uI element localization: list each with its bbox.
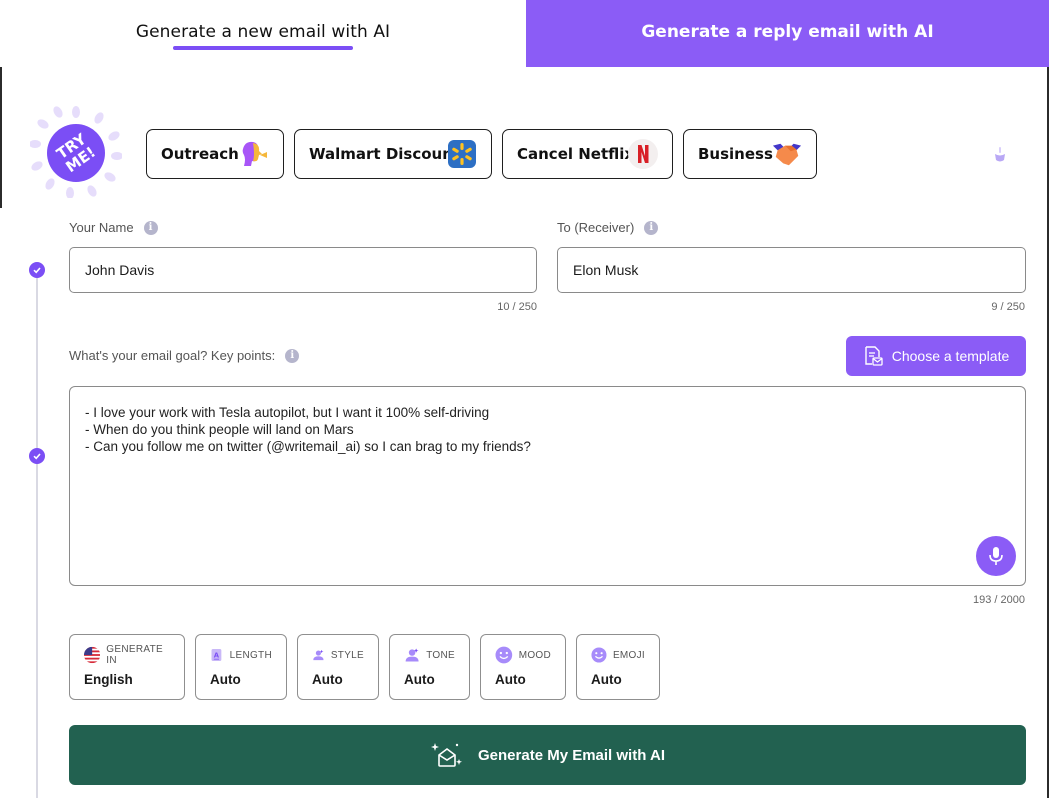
active-tab-indicator: [173, 46, 353, 50]
tab-reply-email-label: Generate a reply email with AI: [641, 22, 934, 42]
preset-business-label: Business: [698, 145, 773, 163]
goal-char-counter: 193 / 2000: [973, 594, 1025, 606]
option-title: TONE: [426, 649, 455, 661]
option-tone[interactable]: TONE Auto: [389, 634, 470, 700]
voice-input-button[interactable]: [976, 536, 1016, 576]
receiver-label: To (Receiver) i: [557, 220, 659, 235]
receiver-input[interactable]: [557, 247, 1026, 293]
option-title: EMOJI: [612, 649, 645, 661]
email-generator-page: Generate a new email with AI Generate a …: [0, 0, 1049, 798]
option-title: STYLE: [330, 649, 364, 661]
option-value: Auto: [404, 672, 435, 687]
info-icon[interactable]: i: [285, 348, 300, 363]
tone-person-icon: [405, 648, 419, 662]
info-icon[interactable]: i: [143, 220, 158, 235]
choose-template-label: Choose a template: [891, 348, 1010, 364]
option-title: GENERATE IN: [106, 644, 163, 666]
tab-reply-email[interactable]: Generate a reply email with AI: [526, 0, 1049, 67]
scroll-down-hint-icon[interactable]: [992, 146, 1008, 164]
us-flag-icon: [84, 646, 101, 664]
preset-outreach-label: Outreach: [161, 145, 239, 163]
step-complete-check-icon: [29, 262, 45, 278]
tab-new-email-label: Generate a new email with AI: [135, 22, 391, 42]
step-complete-check-icon: [29, 448, 45, 464]
option-value: English: [84, 672, 133, 687]
smiley-icon: [495, 646, 513, 664]
option-generate-in[interactable]: GENERATE IN English: [69, 634, 185, 700]
template-icon: [865, 346, 883, 366]
email-goal-textarea[interactable]: - I love your work with Tesla autopilot,…: [69, 386, 1026, 586]
person-outreach-icon: [239, 139, 269, 169]
tab-new-email[interactable]: Generate a new email with AI: [0, 0, 526, 67]
your-name-label-text: Your Name: [69, 220, 134, 235]
style-person-icon: [313, 649, 324, 661]
emoji-icon: [591, 647, 607, 663]
receiver-char-counter: 9 / 250: [991, 301, 1025, 313]
preset-netflix-label: Cancel Netflix: [517, 145, 635, 163]
preset-walmart-label: Walmart Discount: [309, 145, 461, 163]
option-length[interactable]: A LENGTH Auto: [195, 634, 287, 700]
receiver-label-text: To (Receiver): [557, 220, 635, 235]
netflix-icon: [628, 139, 658, 169]
option-title: MOOD: [518, 649, 551, 661]
option-value: Auto: [591, 672, 622, 687]
try-me-badge[interactable]: TRY ME!: [29, 106, 123, 199]
magic-envelope-icon: [431, 743, 462, 767]
svg-text:A: A: [214, 651, 220, 659]
choose-template-button[interactable]: Choose a template: [846, 336, 1026, 376]
email-goal-label: What's your email goal? Key points: i: [69, 348, 300, 363]
your-name-label: Your Name i: [69, 220, 158, 235]
option-value: Auto: [495, 672, 526, 687]
option-value: Auto: [210, 672, 241, 687]
your-name-input[interactable]: [69, 247, 537, 293]
length-icon: A: [211, 648, 222, 662]
generate-email-label: Generate My Email with AI: [478, 746, 665, 764]
microphone-icon: [989, 547, 1003, 565]
preset-walmart-discount[interactable]: Walmart Discount: [294, 129, 492, 179]
progress-timeline: [36, 270, 38, 798]
generate-email-button[interactable]: Generate My Email with AI: [69, 725, 1026, 785]
option-value: Auto: [312, 672, 343, 687]
preset-cancel-netflix[interactable]: Cancel Netflix: [502, 129, 673, 179]
goal-line: - Can you follow me on twitter (@writema…: [85, 439, 531, 454]
email-goal-label-text: What's your email goal? Key points:: [69, 348, 276, 363]
option-style[interactable]: STYLE Auto: [297, 634, 379, 700]
goal-line: - I love your work with Tesla autopilot,…: [85, 405, 490, 420]
info-icon[interactable]: i: [644, 220, 659, 235]
handshake-icon: [772, 139, 802, 169]
option-mood[interactable]: MOOD Auto: [480, 634, 566, 700]
option-emoji[interactable]: EMOJI Auto: [576, 634, 660, 700]
preset-business[interactable]: Business: [683, 129, 817, 179]
try-me-sunburst-icon: TRY ME!: [29, 106, 123, 199]
name-char-counter: 10 / 250: [497, 301, 537, 313]
walmart-spark-icon: [447, 139, 477, 169]
preset-outreach[interactable]: Outreach: [146, 129, 284, 179]
option-title: LENGTH: [229, 649, 272, 661]
goal-line: - When do you think people will land on …: [85, 422, 354, 437]
